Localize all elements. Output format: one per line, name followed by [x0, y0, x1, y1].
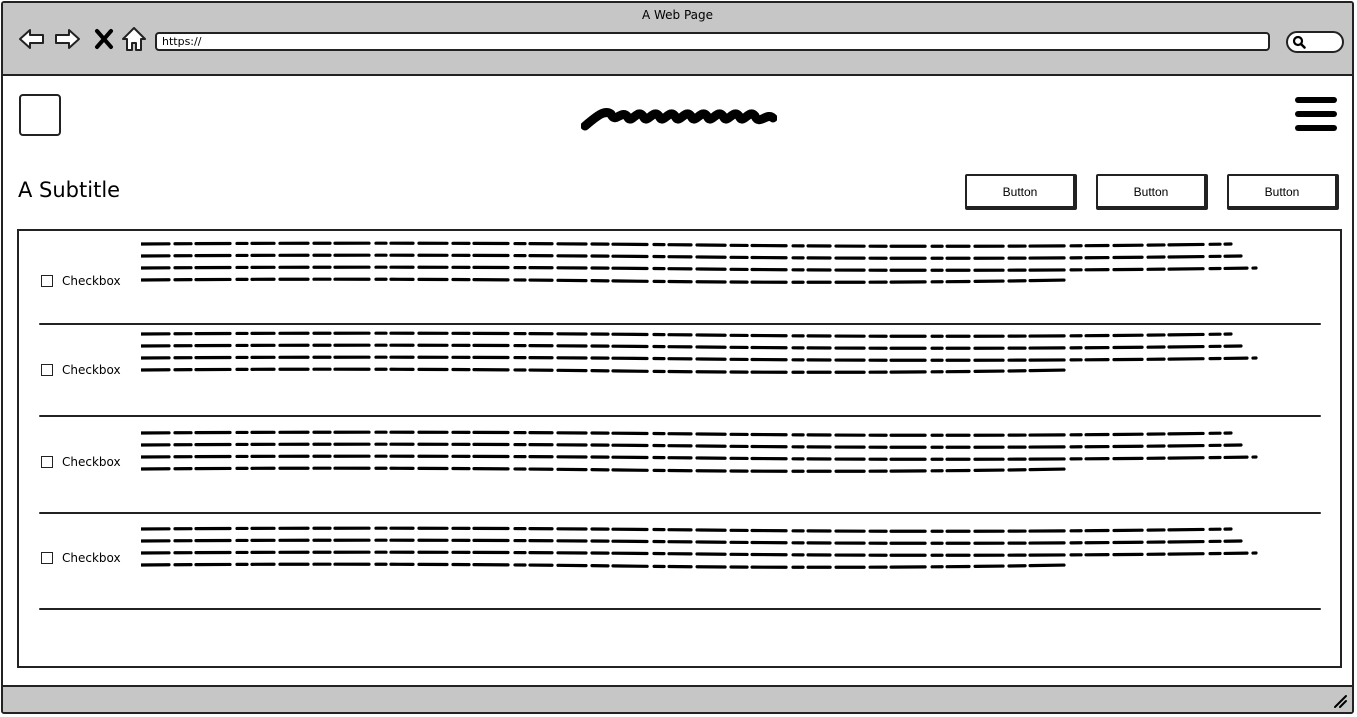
hamburger-menu-icon[interactable]	[1295, 97, 1337, 135]
action-button-1[interactable]: Button	[965, 174, 1077, 210]
row-divider	[39, 323, 1321, 325]
list-item: Checkbox	[39, 524, 1321, 610]
row-divider	[39, 608, 1321, 610]
row-divider	[39, 512, 1321, 514]
checkbox[interactable]: Checkbox	[41, 551, 121, 565]
checkbox-box[interactable]	[41, 552, 53, 564]
checkbox-label: Checkbox	[62, 363, 121, 377]
checkbox-label: Checkbox	[62, 551, 121, 565]
browser-titlebar: A Web Page	[3, 3, 1352, 76]
search-icon	[1292, 35, 1306, 49]
checkbox-box[interactable]	[41, 364, 53, 376]
page-subtitle: A Subtitle	[18, 178, 121, 202]
back-arrow-icon[interactable]	[18, 25, 46, 53]
action-button-3[interactable]: Button	[1227, 174, 1339, 210]
checkbox[interactable]: Checkbox	[41, 455, 121, 469]
list-item: Checkbox	[39, 329, 1321, 417]
url-input[interactable]	[155, 32, 1270, 51]
text-scribble	[141, 430, 1258, 473]
browser-statusbar	[3, 685, 1352, 712]
close-icon[interactable]	[91, 25, 113, 53]
text-scribble	[141, 526, 1258, 569]
forward-arrow-icon[interactable]	[53, 25, 81, 53]
browser-window: A Web Page A Subtitle Bu	[1, 1, 1354, 714]
checkbox-label: Checkbox	[62, 274, 121, 288]
logo-scribble	[581, 108, 777, 131]
action-button-2[interactable]: Button	[1096, 174, 1208, 210]
resize-grip-icon[interactable]	[1332, 693, 1348, 709]
row-divider	[39, 415, 1321, 417]
checkbox-label: Checkbox	[62, 455, 121, 469]
checkbox-box[interactable]	[41, 456, 53, 468]
window-title: A Web Page	[641, 8, 714, 22]
text-scribble	[141, 331, 1258, 374]
list-item: Checkbox	[39, 239, 1321, 325]
list-panel: Checkbox Checkbox Checkbox Checkbox	[17, 229, 1342, 668]
text-scribble	[141, 241, 1258, 284]
checkbox-box[interactable]	[41, 275, 53, 287]
list-item: Checkbox	[39, 428, 1321, 514]
search-field[interactable]	[1286, 31, 1344, 53]
checkbox[interactable]: Checkbox	[41, 274, 121, 288]
home-icon[interactable]	[120, 25, 148, 53]
page-content: A Subtitle Button Button Button Checkbox	[3, 76, 1352, 685]
app-icon-placeholder	[19, 94, 61, 136]
checkbox[interactable]: Checkbox	[41, 363, 121, 377]
